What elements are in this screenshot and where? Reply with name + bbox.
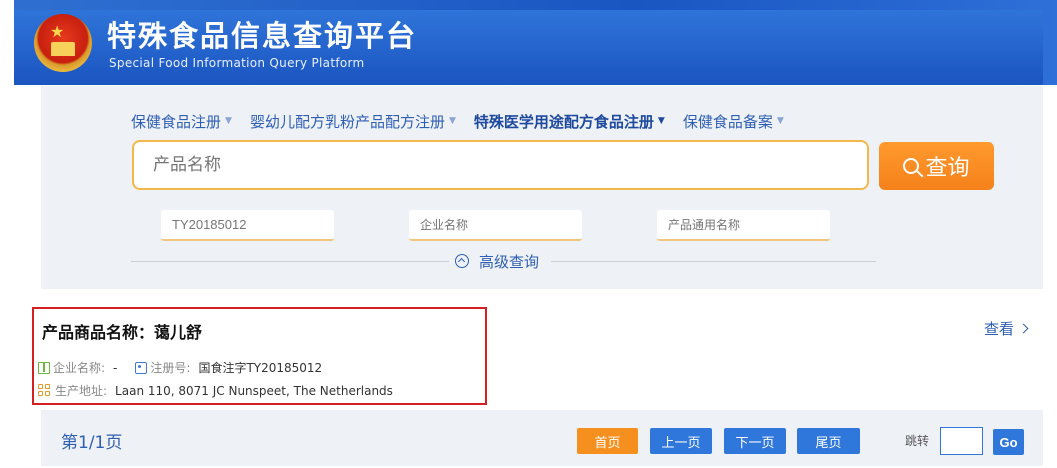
jump-page-input[interactable] (940, 427, 983, 455)
page-info: 第1/1页 (61, 433, 123, 453)
result-meta-row: 企业名称: - 注册号: 国食注字TY20185012 (38, 359, 322, 376)
nav-health-food-filing[interactable]: 保健食品备案 ▼ (683, 111, 784, 132)
next-page-button[interactable]: 下一页 (724, 428, 786, 454)
nav-item-label: 保健食品备案 (682, 112, 773, 131)
enterprise-label: 企业名称: (53, 361, 106, 375)
go-button[interactable]: Go (993, 429, 1024, 455)
registration-value: 国食注字TY20185012 (198, 361, 323, 375)
first-page-button[interactable]: 首页 (577, 428, 638, 454)
address-value: Laan 110, 8071 JC Nunspeet, The Netherla… (115, 383, 393, 398)
result-item[interactable]: 产品商品名称：蔼儿舒 企业名称: - 注册号: 国食注字TY20185012 生… (32, 307, 487, 405)
registration-label: 注册号: (150, 361, 191, 375)
category-nav: 保健食品注册 ▼ 婴幼儿配方乳粉产品配方注册 ▼ 特殊医学用途配方食品注册 ▼ … (131, 110, 802, 132)
nav-health-food-registration[interactable]: 保健食品注册 ▼ (131, 111, 232, 132)
divider-left (131, 261, 449, 262)
caret-down-icon: ▼ (225, 116, 232, 126)
search-panel: 保健食品注册 ▼ 婴幼儿配方乳粉产品配方注册 ▼ 特殊医学用途配方食品注册 ▼ … (41, 86, 1043, 289)
last-page-button[interactable]: 尾页 (797, 428, 860, 454)
book-icon (38, 361, 50, 374)
product-title: 产品商品名称：蔼儿舒 (42, 323, 203, 342)
site-title: 特殊食品信息查询平台 (107, 19, 418, 53)
chevron-up-circle-icon (455, 254, 469, 268)
address-label: 生产地址: (55, 384, 108, 398)
search-icon (903, 158, 920, 174)
advanced-search-toggle[interactable]: 高级查询 (449, 250, 545, 272)
search-button-label: 查询 (925, 155, 970, 180)
site-subtitle: Special Food Information Query Platform (109, 56, 365, 70)
chevron-right-icon (1018, 323, 1029, 334)
emblem-gate-icon (51, 42, 75, 56)
enterprise-name-input[interactable] (409, 210, 582, 241)
generic-name-input[interactable] (657, 210, 830, 241)
nav-item-label: 特殊医学用途配方食品注册 (473, 112, 654, 131)
view-label: 查看 (984, 320, 1015, 338)
site-header: ★ 特殊食品信息查询平台 Special Food Information Qu… (0, 0, 1057, 85)
pagination-bar: 第1/1页 首页 上一页 下一页 尾页 跳转 Go (41, 410, 1043, 466)
product-name-input[interactable] (132, 140, 869, 190)
advanced-search-label: 高级查询 (479, 252, 540, 271)
previous-page-button[interactable]: 上一页 (650, 428, 712, 454)
jump-label: 跳转 (905, 434, 930, 448)
caret-down-icon: ▼ (776, 116, 784, 126)
nav-item-label: 保健食品注册 (131, 112, 222, 131)
nav-infant-formula-registration[interactable]: 婴幼儿配方乳粉产品配方注册 ▼ (250, 111, 456, 132)
factory-icon (38, 383, 52, 398)
result-address-row: 生产地址: Laan 110, 8071 JC Nunspeet, The Ne… (38, 382, 393, 399)
nav-special-medical-food-registration[interactable]: 特殊医学用途配方食品注册 ▼ (474, 111, 665, 132)
caret-down-icon: ▼ (657, 116, 665, 126)
registration-number-input[interactable] (161, 210, 334, 241)
emblem-star-icon: ★ (50, 22, 65, 41)
id-card-icon (135, 361, 148, 374)
view-details-link[interactable]: 查看 (984, 318, 1029, 339)
national-emblem-icon: ★ (34, 14, 92, 72)
search-button[interactable]: 查询 (879, 142, 994, 190)
nav-item-label: 婴幼儿配方乳粉产品配方注册 (249, 112, 445, 131)
caret-down-icon: ▼ (448, 116, 456, 126)
enterprise-value: - (113, 360, 118, 375)
divider-right (551, 261, 876, 262)
